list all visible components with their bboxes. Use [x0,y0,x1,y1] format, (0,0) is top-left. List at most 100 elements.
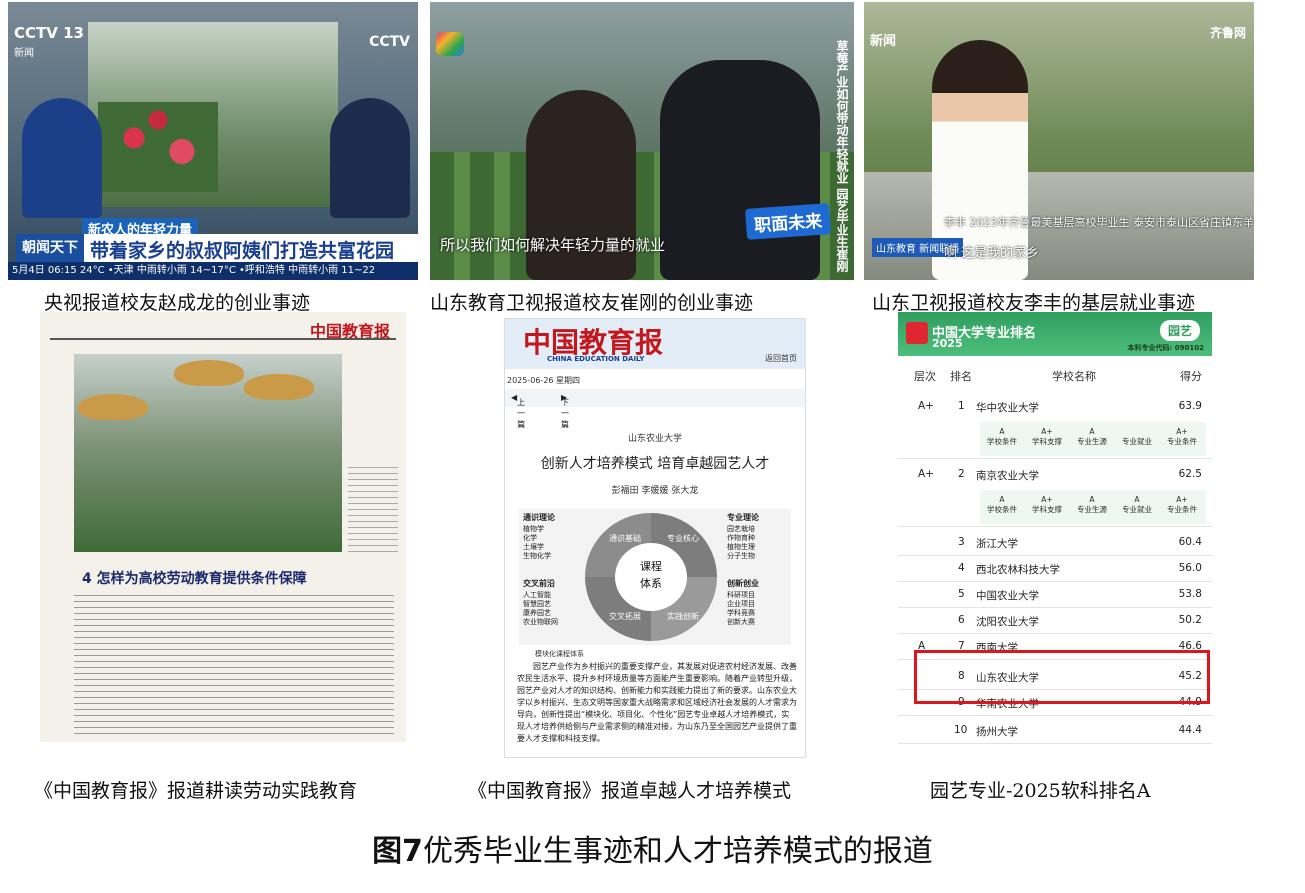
segment-label: 交叉拓展 [609,612,641,621]
indicator-label: 学校条件 [987,505,1017,514]
article-title: 创新人才培养模式 培育卓越园艺人才 [540,456,770,472]
article-nav: ◀ 上一篇 下一篇 ▶ [505,389,805,429]
indicator-grade: A+ [1041,427,1053,436]
row-separator [898,715,1212,716]
row-score: 63.9 [1178,400,1202,412]
table-row[interactable]: 10 扬州大学 44.4 [898,718,1212,744]
indicator-label: 专业就业 [1122,437,1152,446]
qilu-net-logo: 齐鲁网 [1209,26,1246,40]
news-headline-bar: 朝闻天下 带着家乡的叔叔阿姨们打造共富花园 [16,234,418,262]
weather-ticker: 5月4日 06:15 24°C •天津 中雨转小雨 14~17°C •呼和浩特 … [8,262,418,280]
indicator-grade: A [1089,495,1095,504]
article-body: 园艺产业作为乡村振兴的重要支撑产业，其发展对促进农村经济发展、改善农民生活水平、… [517,662,797,743]
indicator-label: 专业生源 [1077,437,1107,446]
caption-paper2: 《中国教育报》报道卓越人才培养模式 [468,780,792,802]
row-rank: 10 [954,724,968,736]
row-score: 56.0 [1178,562,1202,574]
table-row[interactable]: 6 沈阳农业大学 50.2 [898,608,1212,634]
program-name: 朝闻天下 [16,234,84,262]
ranking-header: 中国大学专业排名 2025 园艺 本科专业代码: 090102 [898,312,1212,356]
row-score: 60.4 [1178,536,1202,548]
major-pill[interactable]: 园艺 [1159,320,1200,341]
indicator-grade: A+ [1176,427,1188,436]
row-school: 华中农业大学 [976,402,1039,414]
article-heading: 4 怎样为高校劳动教育提供条件保障 [82,571,307,587]
table-row[interactable]: A+ 1 华中农业大学 63.9 [898,394,1212,420]
table-row[interactable]: 5 中国农业大学 53.8 [898,582,1212,608]
table-row[interactable]: 3 浙江大学 60.4 [898,530,1212,556]
row-rank: 2 [958,468,965,480]
sdetv-logo [436,32,464,56]
newspaper-clipping: 中国教育报 4 怎样为高校劳动教育提供条件保障 [40,312,406,742]
masthead-english: CHINA EDUCATION DAILY [547,355,645,363]
row-rank: 5 [958,588,965,600]
row-tier: A+ [918,468,934,480]
straw-hat [244,374,314,400]
row-school: 南京农业大学 [976,470,1039,482]
caption-sdetv: 山东教育卫视报道校友崔刚的创业事迹 [430,292,754,314]
module-box: 创新创业 科研项目 企业项目 学科竞赛 创新大赛 [727,579,759,626]
subtitle: 啊 这是我的家乡 [944,246,1040,261]
figure-title: 图7优秀毕业生事迹和人才培养模式的报道 [372,834,933,869]
vertical-title: 草莓产业如何带动年轻就业 园艺毕业生崔刚 [835,40,849,273]
sdetv-screenshot: 草莓产业如何带动年轻就业 园艺毕业生崔刚 职面未来 所以我们如何解决年轻力量的就… [430,2,854,280]
caption-qilu: 山东卫视报道校友李丰的基层就业事迹 [872,292,1196,314]
caption-ranking: 园艺专业-2025软科排名A [930,780,1151,802]
indicator-cell: A 学校条件 [980,495,1024,515]
row-rank: 3 [958,536,965,548]
row-school: 中国农业大学 [976,590,1039,602]
flower-display [98,102,218,192]
module-box: 交叉前沿 人工智能 智慧园艺 康养园艺 农业物联网 [523,579,558,626]
male-anchor [330,98,410,218]
straw-hat [174,360,244,386]
table-row[interactable]: A+ 2 南京农业大学 62.5 [898,462,1212,488]
photo-caption-text [348,462,398,552]
row-rank: 1 [958,400,965,412]
row-rank: 6 [958,614,965,626]
module-box: 专业理论 园艺栽培 作物育种 植物生理 分子生物 [727,513,759,560]
indicator-cell: 专业就业 [1115,427,1159,447]
row-tier: A+ [918,400,934,412]
col-score: 得分 [1180,370,1202,383]
row-rank: 4 [958,562,965,574]
row-separator [898,526,1212,527]
row-school: 沈阳农业大学 [976,616,1039,628]
indicator-grade: A+ [1176,495,1188,504]
article-body [74,590,394,738]
indicator-label: 专业生源 [1077,505,1107,514]
curriculum-ring: 通识基础 专业核心 交叉拓展 实践创新 课程 体系 [585,513,717,641]
indicator-label: 专业就业 [1122,505,1152,514]
row-score: 53.8 [1178,588,1202,600]
indicator-grade: A+ [1041,495,1053,504]
indicator-grade: A [1134,495,1140,504]
caption-paper1: 《中国教育报》报道耕读劳动实践教育 [34,780,358,802]
row-score: 62.5 [1178,468,1202,480]
indicator-cell: A 专业就业 [1115,495,1159,515]
female-anchor [22,98,102,218]
indicator-cell: A+ 专业条件 [1160,495,1204,515]
col-tier: 层次 [914,370,936,383]
page-banner: 中国教育报 CHINA EDUCATION DAILY 返回首页 [505,319,805,369]
segment-label: 实践创新 [667,612,699,621]
prev-article-link[interactable]: ◀ 上一篇 [511,393,525,429]
home-link[interactable]: 返回首页 [765,353,797,364]
indicator-cell: A+ 学科支撑 [1025,495,1069,515]
interviewee-figure [660,60,820,280]
curriculum-diagram: 通识基础 专业核心 交叉拓展 实践创新 课程 体系 通识理论 植物学 化学 土壤学 生物化… [519,509,791,645]
indicator-cell: A 专业生源 [1070,427,1114,447]
row-school: 扬州大学 [976,726,1018,738]
indicator-label: 学科支撑 [1032,437,1062,446]
row-score: 50.2 [1178,614,1202,626]
indicator-cell: A 专业生源 [1070,495,1114,515]
table-row[interactable]: 4 西北农林科技大学 56.0 [898,556,1212,582]
cctv-news-screenshot: CCTV 13 新闻 CCTV 新农人的年轻力量 朝闻天下 带着家乡的叔叔阿姨们打… [8,2,418,280]
indicator-grade: A [1089,427,1095,436]
major-code: 本科专业代码: 090102 [1127,344,1204,352]
row-school: 浙江大学 [976,538,1018,550]
indicator-grade: A [999,495,1005,504]
module-box: 通识理论 植物学 化学 土壤学 生物化学 [523,513,555,560]
next-article-link[interactable]: 下一篇 ▶ [561,393,569,429]
indicator-row: A 学校条件 A+ 学科支撑 A 专业生源 A 专业就业 A+ 专业条件 [980,490,1206,524]
row-separator [898,743,1212,744]
indicator-label: 专业条件 [1167,437,1197,446]
